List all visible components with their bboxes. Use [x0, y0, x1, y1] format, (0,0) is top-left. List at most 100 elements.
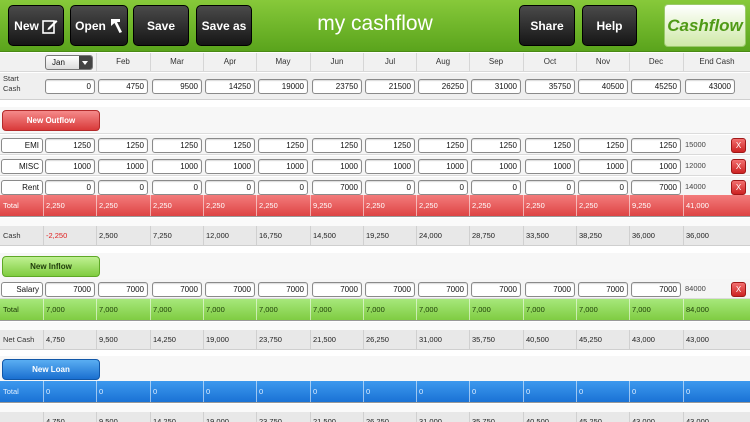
loan-section-bar: New Loan: [0, 356, 750, 383]
outflow-total-cell: 2,250: [469, 195, 522, 216]
net-cash-cell: 14,250: [150, 330, 203, 349]
inflow-total-cell: 7,000: [96, 299, 149, 320]
start-cash-input[interactable]: 35750: [525, 79, 575, 94]
net-cash-cell: 43,000: [683, 330, 750, 349]
outflow-amount-input[interactable]: 0: [471, 180, 521, 195]
outflow-amount-input[interactable]: 0: [525, 180, 575, 195]
inflow-amount-input[interactable]: 7000: [471, 282, 521, 297]
new-button[interactable]: New: [8, 5, 64, 46]
cash-cell: 12,000: [203, 226, 256, 245]
net-cash-label: Net Cash: [3, 335, 35, 344]
outflow-section-bar: New Outflow: [0, 107, 750, 134]
outflow-amount-input[interactable]: 0: [205, 180, 255, 195]
outflow-amount-input[interactable]: 1250: [525, 138, 575, 153]
start-cash-input[interactable]: 31000: [471, 79, 521, 94]
outflow-amount-input[interactable]: 1000: [205, 159, 255, 174]
outflow-amount-input[interactable]: 1000: [471, 159, 521, 174]
delete-row-button[interactable]: X: [731, 180, 746, 195]
outflow-amount-input[interactable]: 1250: [258, 138, 308, 153]
outflow-amount-input[interactable]: 0: [258, 180, 308, 195]
start-cash-input[interactable]: 21500: [365, 79, 415, 94]
inflow-amount-input[interactable]: 7000: [45, 282, 95, 297]
start-cash-input[interactable]: 9500: [152, 79, 202, 94]
outflow-amount-input[interactable]: 1000: [631, 159, 681, 174]
outflow-amount-input[interactable]: 0: [152, 180, 202, 195]
inflow-amount-input[interactable]: 7000: [98, 282, 148, 297]
outflow-amount-input[interactable]: 1250: [578, 138, 628, 153]
outflow-amount-input[interactable]: 1250: [631, 138, 681, 153]
outflow-amount-input[interactable]: 1000: [525, 159, 575, 174]
outflow-amount-input[interactable]: 1000: [45, 159, 95, 174]
month-header-feb: Feb: [96, 53, 149, 71]
outflow-amount-input[interactable]: 1000: [258, 159, 308, 174]
outflow-amount-input[interactable]: 7000: [631, 180, 681, 195]
help-button[interactable]: Help: [582, 5, 637, 46]
inflow-total-cell: 7,000: [576, 299, 629, 320]
outflow-amount-input[interactable]: 0: [418, 180, 468, 195]
outflow-amount-input[interactable]: 1000: [152, 159, 202, 174]
start-cash-input[interactable]: 0: [45, 79, 95, 94]
new-outflow-button[interactable]: New Outflow: [2, 110, 100, 131]
cash-cell: 16,750: [256, 226, 309, 245]
net-cash-cell: 43,000: [629, 330, 682, 349]
outflow-amount-input[interactable]: 0: [45, 180, 95, 195]
outflow-amount-input[interactable]: 1250: [45, 138, 95, 153]
outflow-amount-input[interactable]: 1250: [205, 138, 255, 153]
chevron-down-icon: [79, 56, 92, 69]
bottom-cash-cell: 9,500: [96, 412, 149, 422]
outflow-total-cell: 2,250: [256, 195, 309, 216]
month-select[interactable]: Jan: [45, 55, 93, 70]
inflow-amount-input[interactable]: 7000: [578, 282, 628, 297]
outflow-amount-input[interactable]: 1250: [365, 138, 415, 153]
outflow-amount-input[interactable]: 0: [578, 180, 628, 195]
delete-row-button[interactable]: X: [731, 138, 746, 153]
inflow-amount-input[interactable]: 7000: [205, 282, 255, 297]
outflow-amount-input[interactable]: 1250: [312, 138, 362, 153]
outflow-amount-input[interactable]: 1000: [418, 159, 468, 174]
outflow-amount-input[interactable]: 1250: [418, 138, 468, 153]
start-cash-input[interactable]: 23750: [312, 79, 362, 94]
new-loan-button[interactable]: New Loan: [2, 359, 100, 380]
start-cash-input[interactable]: 19000: [258, 79, 308, 94]
inflow-amount-input[interactable]: 7000: [525, 282, 575, 297]
save-button[interactable]: Save: [133, 5, 189, 46]
loan-total-label: Total: [3, 387, 19, 396]
outflow-amount-input[interactable]: 1000: [98, 159, 148, 174]
inflow-amount-input[interactable]: 7000: [152, 282, 202, 297]
share-button[interactable]: Share: [519, 5, 575, 46]
inflow-row-label[interactable]: Salary: [1, 282, 43, 297]
spacer: [0, 404, 750, 412]
start-cash-input[interactable]: 43000: [685, 79, 735, 94]
outflow-amount-input[interactable]: 1250: [98, 138, 148, 153]
outflow-row-label[interactable]: Rent: [1, 180, 43, 195]
outflow-amount-input[interactable]: 7000: [312, 180, 362, 195]
start-cash-input[interactable]: 26250: [418, 79, 468, 94]
outflow-row-label[interactable]: MISC: [1, 159, 43, 174]
inflow-amount-input[interactable]: 7000: [258, 282, 308, 297]
outflow-amount-input[interactable]: 1250: [152, 138, 202, 153]
inflow-amount-input[interactable]: 7000: [418, 282, 468, 297]
save-as-button[interactable]: Save as: [196, 5, 252, 46]
outflow-amount-input[interactable]: 0: [365, 180, 415, 195]
start-cash-input[interactable]: 40500: [578, 79, 628, 94]
outflow-row-label[interactable]: EMI: [1, 138, 43, 153]
outflow-amount-input[interactable]: 0: [98, 180, 148, 195]
start-cash-label: Start Cash: [0, 74, 43, 94]
inflow-section-bar: New Inflow: [0, 253, 750, 280]
inflow-amount-input[interactable]: 7000: [312, 282, 362, 297]
new-inflow-button[interactable]: New Inflow: [2, 256, 100, 277]
loan-total-cell: 0: [683, 381, 750, 402]
outflow-amount-input[interactable]: 1250: [471, 138, 521, 153]
net-cash-row: Net Cash 4,750 9,500 14,250 19,000 23,750 21,…: [0, 330, 750, 350]
delete-row-button[interactable]: X: [731, 282, 746, 297]
open-button[interactable]: Open: [70, 5, 128, 46]
inflow-amount-input[interactable]: 7000: [365, 282, 415, 297]
outflow-amount-input[interactable]: 1000: [312, 159, 362, 174]
start-cash-input[interactable]: 14250: [205, 79, 255, 94]
outflow-amount-input[interactable]: 1000: [578, 159, 628, 174]
outflow-amount-input[interactable]: 1000: [365, 159, 415, 174]
inflow-amount-input[interactable]: 7000: [631, 282, 681, 297]
start-cash-input[interactable]: 45250: [631, 79, 681, 94]
delete-row-button[interactable]: X: [731, 159, 746, 174]
start-cash-input[interactable]: 4750: [98, 79, 148, 94]
